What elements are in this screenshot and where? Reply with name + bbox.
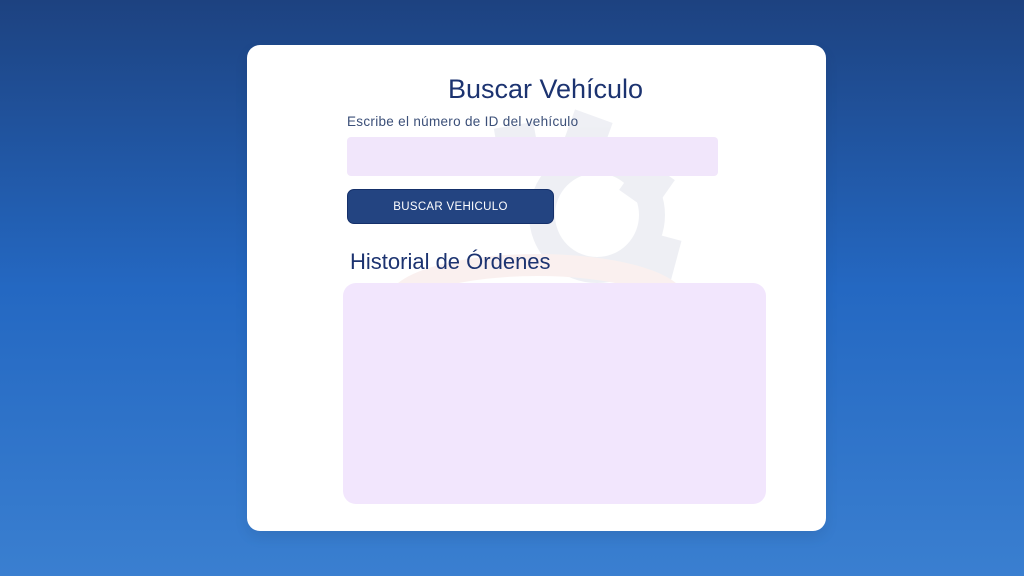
- search-vehicle-button[interactable]: BUSCAR VEHICULO: [347, 189, 554, 224]
- order-history-title: Historial de Órdenes: [350, 249, 551, 274]
- page-title: Buscar Vehículo: [447, 74, 644, 104]
- search-card: Buscar Vehículo Escribe el número de ID …: [247, 45, 826, 531]
- order-history-panel[interactable]: [343, 283, 766, 504]
- vehicle-id-label: Escribe el número de ID del vehículo: [347, 114, 579, 129]
- vehicle-id-input[interactable]: [347, 137, 718, 176]
